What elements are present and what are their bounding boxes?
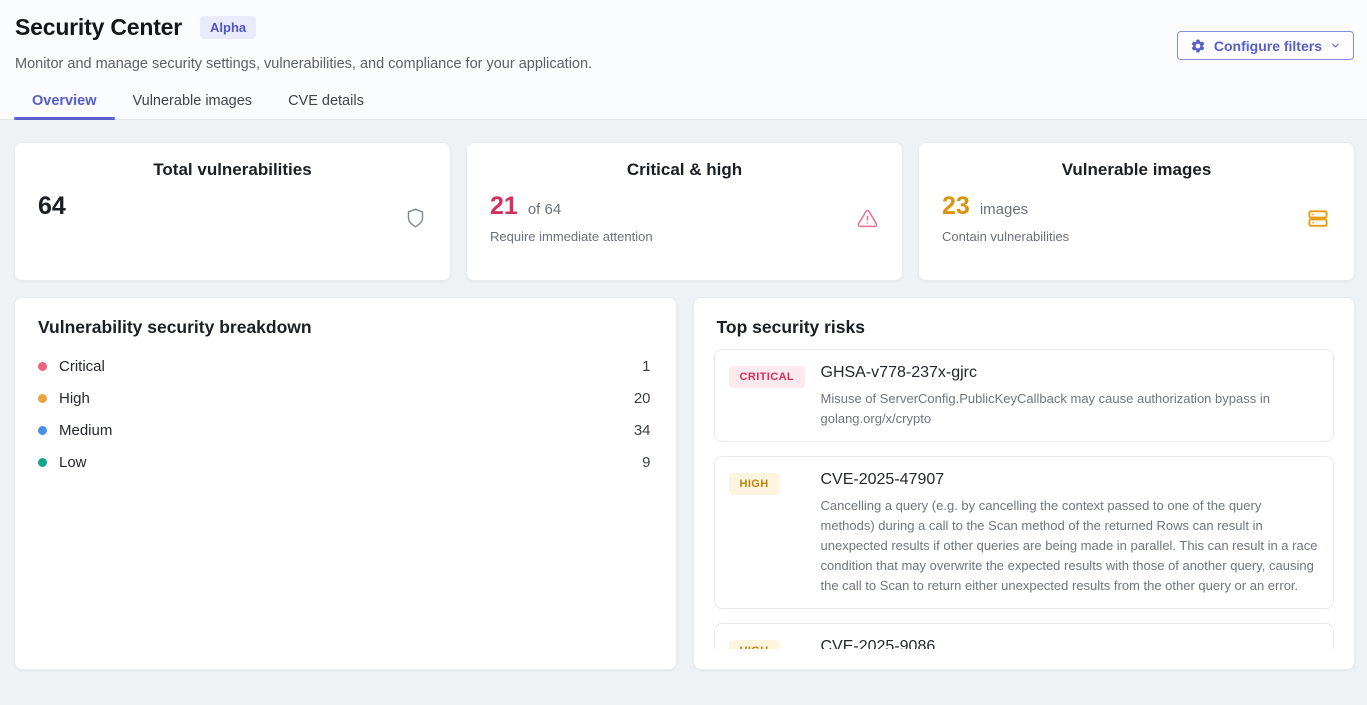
severity-dot	[38, 394, 47, 403]
risk-content: GHSA-v778-237x-gjrc Misuse of ServerConfi…	[821, 362, 1320, 429]
severity-dot	[38, 362, 47, 371]
stat-card-title: Vulnerable images	[919, 160, 1354, 180]
panels-row: Vulnerability security breakdown Critica…	[14, 297, 1355, 670]
stat-card-body: 21 of 64 Require immediate attention	[467, 180, 902, 244]
severity-count: 20	[634, 390, 651, 407]
alpha-badge: Alpha	[200, 16, 256, 39]
page-title: Security Center	[15, 14, 182, 41]
stat-card-critical-high: Critical & high 21 of 64 Require immediate …	[466, 142, 903, 281]
breakdown-row-critical: Critical 1	[38, 350, 651, 382]
stat-card-text: 23 images Contain vulnerabilities	[942, 192, 1069, 244]
risk-id: CVE-2025-47907	[821, 471, 1320, 489]
severity-dot	[38, 426, 47, 435]
severity-count: 1	[642, 358, 650, 375]
stat-value: 64	[38, 192, 66, 221]
breakdown-list: Critical 1 High 20 Medium 34 Low 9	[15, 338, 676, 478]
stat-card-body: 64	[15, 180, 450, 244]
risk-description: Misuse of ServerConfig.PublicKeyCallback…	[821, 389, 1320, 429]
vulnerability-breakdown-panel: Vulnerability security breakdown Critica…	[14, 297, 677, 670]
severity-count: 34	[634, 422, 651, 439]
stat-value-row: 21 of 64	[490, 192, 653, 221]
risk-card-cve-2025-9086[interactable]: HIGH CVE-2025-9086	[714, 623, 1335, 649]
page-subtitle: Monitor and manage security settings, vu…	[15, 56, 1354, 72]
stat-value: 23	[942, 192, 970, 221]
stat-card-total-vulnerabilities: Total vulnerabilities 64	[14, 142, 451, 281]
top-risks-panel-title: Top security risks	[694, 298, 1355, 338]
shield-icon	[405, 207, 426, 229]
tab-overview[interactable]: Overview	[14, 93, 115, 119]
stat-value-suffix: of 64	[528, 201, 561, 218]
breakdown-row-low: Low 9	[38, 446, 651, 478]
severity-label: High	[59, 390, 90, 407]
severity-badge: HIGH	[729, 640, 780, 649]
chevron-down-icon	[1330, 40, 1341, 51]
stat-card-body: 23 images Contain vulnerabilities	[919, 180, 1354, 244]
tab-cve-details[interactable]: CVE details	[270, 93, 382, 119]
gear-icon	[1190, 38, 1206, 54]
risk-card-ghsa-v778-237x-gjrc[interactable]: CRITICAL GHSA-v778-237x-gjrc Misuse of Ser…	[714, 349, 1335, 442]
stat-subtext: Contain vulnerabilities	[942, 229, 1069, 244]
severity-label: Medium	[59, 422, 112, 439]
content-area: Total vulnerabilities 64 Critical & high 21…	[0, 120, 1367, 670]
stat-card-vulnerable-images: Vulnerable images 23 images Contain vulnera…	[918, 142, 1355, 281]
stat-card-text: 21 of 64 Require immediate attention	[490, 192, 653, 244]
stat-card-title: Total vulnerabilities	[15, 160, 450, 180]
stats-row: Total vulnerabilities 64 Critical & high 21…	[14, 142, 1355, 281]
risk-card-cve-2025-47907[interactable]: HIGH CVE-2025-47907 Cancelling a query (e.…	[714, 456, 1335, 609]
configure-filters-button[interactable]: Configure filters	[1177, 31, 1354, 60]
stat-value-row: 64	[38, 192, 66, 221]
warning-triangle-icon	[857, 208, 878, 229]
stat-value-suffix: images	[980, 201, 1028, 218]
breakdown-row-medium: Medium 34	[38, 414, 651, 446]
risk-description: Cancelling a query (e.g. by cancelling t…	[821, 496, 1320, 596]
images-stack-icon	[1306, 207, 1330, 230]
breakdown-row-high: High 20	[38, 382, 651, 414]
breakdown-panel-title: Vulnerability security breakdown	[15, 298, 676, 338]
risk-id: CVE-2025-9086	[821, 638, 1320, 649]
risk-content: CVE-2025-47907 Cancelling a query (e.g. b…	[821, 469, 1320, 596]
risk-content: CVE-2025-9086	[821, 636, 1320, 649]
stat-value-row: 23 images	[942, 192, 1069, 221]
configure-filters-label: Configure filters	[1214, 38, 1322, 54]
severity-dot	[38, 458, 47, 467]
stat-card-text: 64	[38, 192, 66, 244]
stat-value: 21	[490, 192, 518, 221]
severity-label: Low	[59, 454, 87, 471]
tab-bar: OverviewVulnerable imagesCVE details	[14, 93, 1354, 119]
stat-subtext: Require immediate attention	[490, 229, 653, 244]
risk-list: CRITICAL GHSA-v778-237x-gjrc Misuse of Ser…	[714, 349, 1335, 649]
tab-vulnerable-images[interactable]: Vulnerable images	[115, 93, 271, 119]
severity-badge: CRITICAL	[729, 366, 806, 388]
risk-id: GHSA-v778-237x-gjrc	[821, 364, 1320, 382]
page-header: Security Center Alpha Configure filters …	[0, 0, 1367, 120]
severity-label: Critical	[59, 358, 105, 375]
top-security-risks-panel: Top security risks CRITICAL GHSA-v778-237…	[693, 297, 1356, 670]
stat-card-title: Critical & high	[467, 160, 902, 180]
stat-subtext	[38, 229, 66, 244]
severity-badge: HIGH	[729, 473, 780, 495]
severity-count: 9	[642, 454, 650, 471]
